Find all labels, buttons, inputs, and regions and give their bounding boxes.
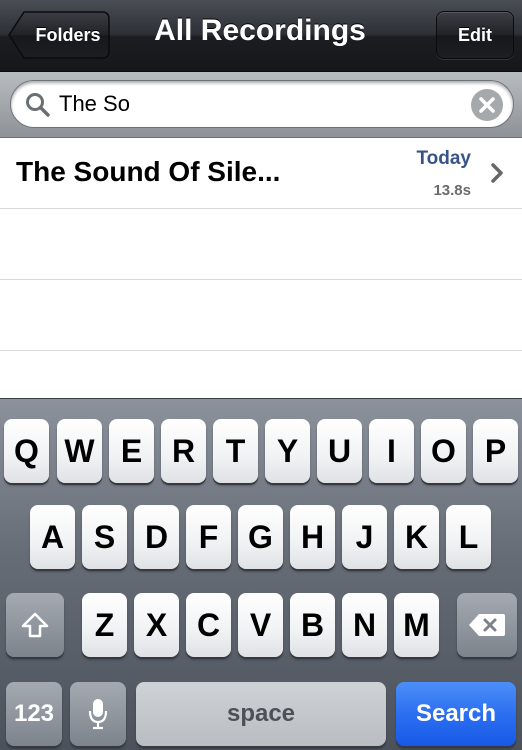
empty-row [0,209,522,280]
key-x[interactable]: X [134,593,179,657]
navigation-bar: Folders All Recordings Edit [0,0,522,72]
key-u[interactable]: U [317,419,362,483]
key-l[interactable]: L [446,505,491,569]
key-o[interactable]: O [421,419,466,483]
backspace-icon [469,614,505,636]
key-e[interactable]: E [109,419,154,483]
recording-title: The Sound Of Sile... [16,156,281,187]
clear-icon[interactable] [471,89,503,121]
key-q[interactable]: Q [4,419,49,483]
search-bar: The So [0,72,522,138]
recording-date: Today [416,148,471,169]
key-j[interactable]: J [342,505,387,569]
dictation-key[interactable] [70,682,126,746]
chevron-right-icon [491,163,503,183]
clear-x-glyph [479,97,495,113]
search-input[interactable]: The So [10,80,514,128]
key-c[interactable]: C [186,593,231,657]
recordings-list: The Sound Of Sile... Today 13.8s [0,138,522,422]
search-icon [26,93,50,117]
key-m[interactable]: M [394,593,439,657]
key-s[interactable]: S [82,505,127,569]
shift-key[interactable] [6,593,64,657]
key-v[interactable]: V [238,593,283,657]
key-p[interactable]: P [473,419,518,483]
search-key[interactable]: Search [396,682,516,746]
key-d[interactable]: D [134,505,179,569]
key-f[interactable]: F [186,505,231,569]
key-a[interactable]: A [30,505,75,569]
numbers-key[interactable]: 123 [6,682,62,746]
key-b[interactable]: B [290,593,335,657]
backspace-key[interactable] [457,593,517,657]
edit-button[interactable]: Edit [436,11,514,59]
list-item[interactable]: The Sound Of Sile... Today 13.8s [0,138,522,209]
folders-label: Folders [35,25,101,45]
empty-row [0,280,522,351]
key-t[interactable]: T [213,419,258,483]
key-i[interactable]: I [369,419,414,483]
space-key[interactable]: space [136,682,386,746]
key-y[interactable]: Y [265,419,310,483]
shift-arrow-icon [21,612,49,638]
folders-back-button[interactable]: Folders [8,11,110,59]
key-n[interactable]: N [342,593,387,657]
keyboard: Q W E R T Y U I O P A S D F G H J K L Z … [0,398,522,750]
search-query: The So [59,91,130,116]
key-w[interactable]: W [57,419,102,483]
key-r[interactable]: R [161,419,206,483]
key-h[interactable]: H [290,505,335,569]
recording-duration: 13.8s [433,182,471,199]
key-z[interactable]: Z [82,593,127,657]
page-title: All Recordings [154,14,366,47]
microphone-icon [88,699,108,730]
key-k[interactable]: K [394,505,439,569]
key-g[interactable]: G [238,505,283,569]
